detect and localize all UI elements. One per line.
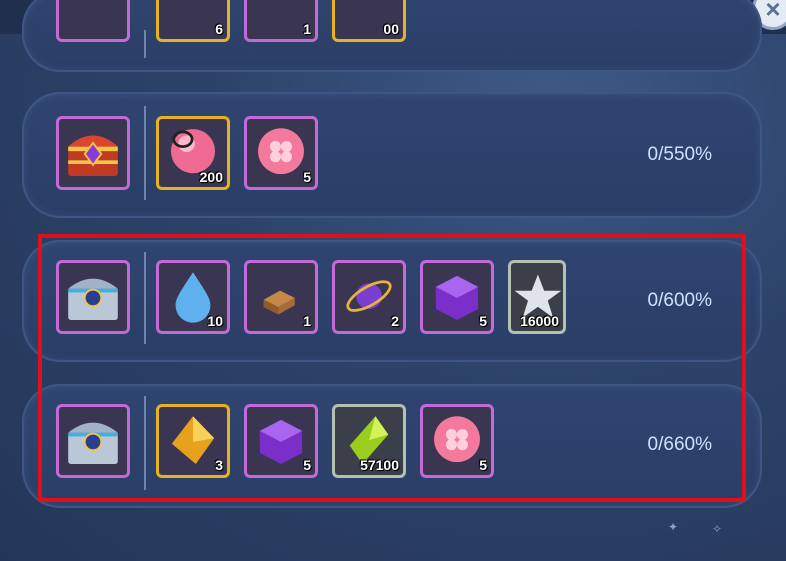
progress-percent: 0/550% bbox=[647, 144, 712, 165]
reward-row-partial: 6 1 00 bbox=[22, 0, 762, 72]
reward-item[interactable]: 6 bbox=[156, 0, 230, 42]
reward-row: 200 5 0/550% bbox=[22, 92, 762, 218]
reward-item[interactable]: 1 bbox=[244, 0, 318, 42]
treasure-chest-red-icon[interactable] bbox=[56, 116, 130, 190]
reward-item[interactable]: 00 bbox=[332, 0, 406, 42]
pink-clover-orb-icon[interactable]: 5 bbox=[244, 116, 318, 190]
row-divider bbox=[144, 106, 146, 200]
star-sparkle-icon: ✧ bbox=[712, 522, 723, 536]
star-sparkle-icon: ✦ bbox=[668, 520, 679, 534]
close-icon: × bbox=[765, 0, 781, 24]
row-divider bbox=[144, 30, 146, 58]
pink-orb-ring-icon[interactable]: 200 bbox=[156, 116, 230, 190]
chest-icon[interactable] bbox=[56, 0, 130, 42]
highlight-box bbox=[38, 234, 746, 502]
